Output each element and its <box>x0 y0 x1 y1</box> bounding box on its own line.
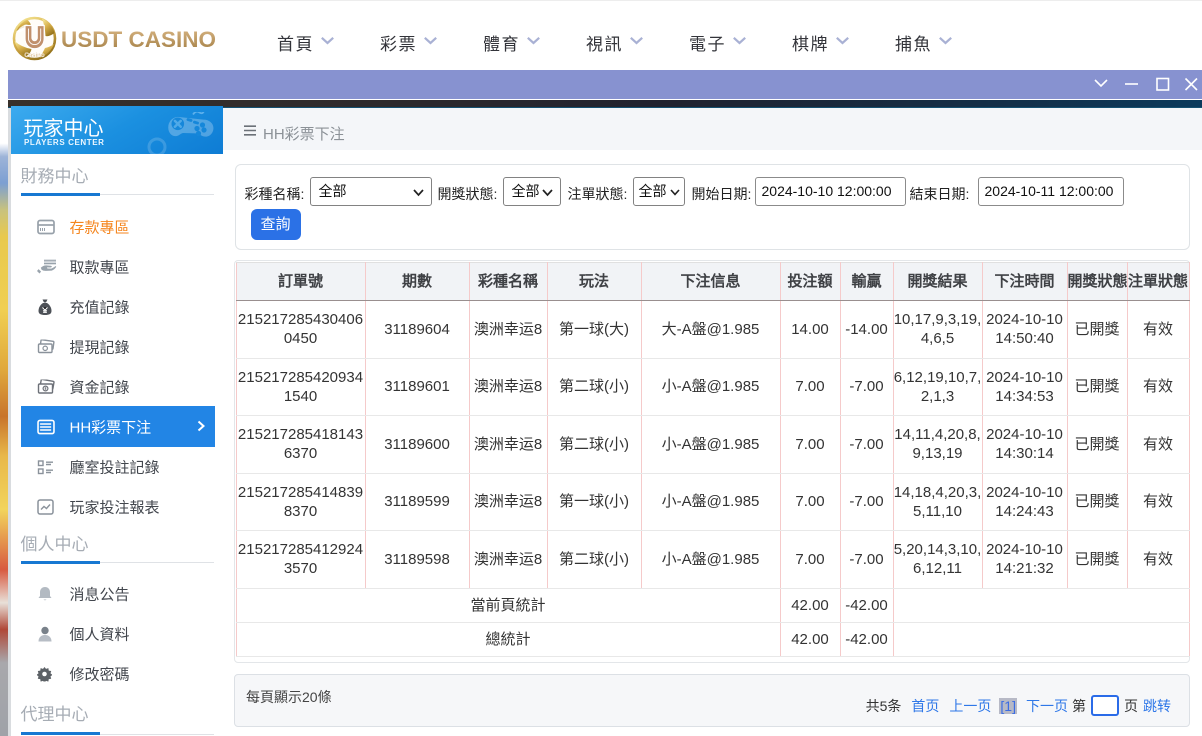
svg-text:Casino: Casino <box>24 53 44 59</box>
